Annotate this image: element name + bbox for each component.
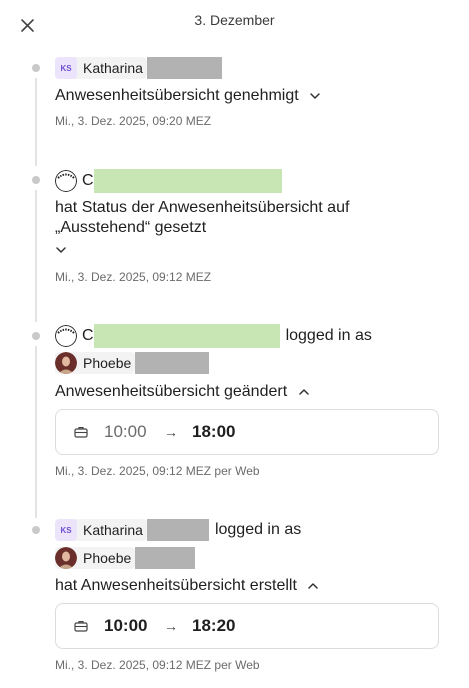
redacted-surname <box>135 352 210 374</box>
event-action: hat Anwesenheitsübersicht erstellt <box>55 576 319 596</box>
event-actor-row: C logged in as <box>55 324 372 348</box>
timeline-dot <box>32 64 40 72</box>
event-action: hat Status der Anwesenheitsübersicht auf… <box>55 198 349 256</box>
event-timestamp: Mi., 3. Dez. 2025, 09:20 MEZ <box>55 114 212 128</box>
event-timestamp: Mi., 3. Dez. 2025, 09:12 MEZ per Web <box>55 658 260 672</box>
user-initial: C <box>82 327 94 344</box>
logged-in-as-label: logged in as <box>214 521 302 538</box>
avatar <box>55 547 77 569</box>
panel-header: 3. Dezember <box>0 0 469 40</box>
chevron-down-icon[interactable] <box>309 90 321 102</box>
event-action: Anwesenheitsübersicht geändert <box>55 382 310 402</box>
chevron-up-icon[interactable] <box>298 386 310 398</box>
event-actor-row: C <box>55 169 282 193</box>
chevron-up-icon[interactable] <box>307 580 319 592</box>
event-action-label: Anwesenheitsübersicht geändert <box>55 383 288 400</box>
avatar: KS <box>55 57 77 79</box>
user-chip[interactable]: KS Katharina <box>55 57 147 79</box>
timeline-dot <box>32 332 40 340</box>
redacted-surname <box>146 57 222 79</box>
user-chip[interactable]: KS Katharina <box>55 519 147 541</box>
time-from: 10:00 <box>104 422 147 441</box>
arrow-right-icon: → <box>164 424 178 440</box>
user-initial: C <box>82 172 94 189</box>
timeline-dot <box>32 176 40 184</box>
time-from: 10:00 <box>104 616 148 635</box>
avatar[interactable] <box>55 170 77 192</box>
time-to: 18:20 <box>192 616 236 635</box>
user-name: Katharina <box>83 522 143 538</box>
briefcase-icon <box>74 427 88 438</box>
timeline-connector <box>35 190 37 322</box>
logged-in-as-label: logged in as <box>285 327 372 344</box>
time-change-card: 10:00 → 18:00 <box>55 409 439 455</box>
page-title: 3. Dezember <box>194 12 275 28</box>
user-chip[interactable]: Phoebe <box>55 547 136 569</box>
event-action-label: Anwesenheitsübersicht genehmigt <box>55 87 299 104</box>
impersonated-user-row: Phoebe <box>55 547 196 569</box>
user-name: Phoebe <box>83 355 132 371</box>
redacted-surname <box>146 519 209 541</box>
impersonated-user-row: Phoebe <box>55 352 210 374</box>
redacted-name <box>93 324 280 348</box>
time-to: 18:00 <box>192 422 236 441</box>
event-action-line: „Ausstehend“ gesetzt <box>55 219 207 236</box>
event-actor-row: KS Katharina <box>55 57 222 79</box>
timeline-dot <box>32 526 40 534</box>
user-name: Katharina <box>83 60 143 76</box>
avatar[interactable] <box>55 325 77 347</box>
timeline-connector <box>35 78 37 166</box>
user-name: Phoebe <box>83 550 132 566</box>
chevron-down-icon[interactable] <box>55 244 67 256</box>
redacted-surname <box>135 547 196 569</box>
time-change-card: 10:00 → 18:20 <box>55 603 439 649</box>
redacted-name <box>93 169 282 193</box>
event-action-line: hat Status der Anwesenheitsübersicht auf <box>55 199 350 216</box>
event-timestamp: Mi., 3. Dez. 2025, 09:12 MEZ per Web <box>55 464 260 478</box>
event-actor-row: KS Katharina logged in as <box>55 519 301 541</box>
user-chip[interactable]: Phoebe <box>55 352 136 374</box>
avatar: KS <box>55 519 77 541</box>
arrow-right-icon: → <box>164 618 178 634</box>
event-action-label: hat Anwesenheitsübersicht erstellt <box>55 577 297 594</box>
briefcase-icon <box>74 621 88 632</box>
event-timestamp: Mi., 3. Dez. 2025, 09:12 MEZ <box>55 270 212 284</box>
avatar <box>55 352 77 374</box>
event-action: Anwesenheitsübersicht genehmigt <box>55 86 321 106</box>
timeline-connector <box>35 346 37 518</box>
